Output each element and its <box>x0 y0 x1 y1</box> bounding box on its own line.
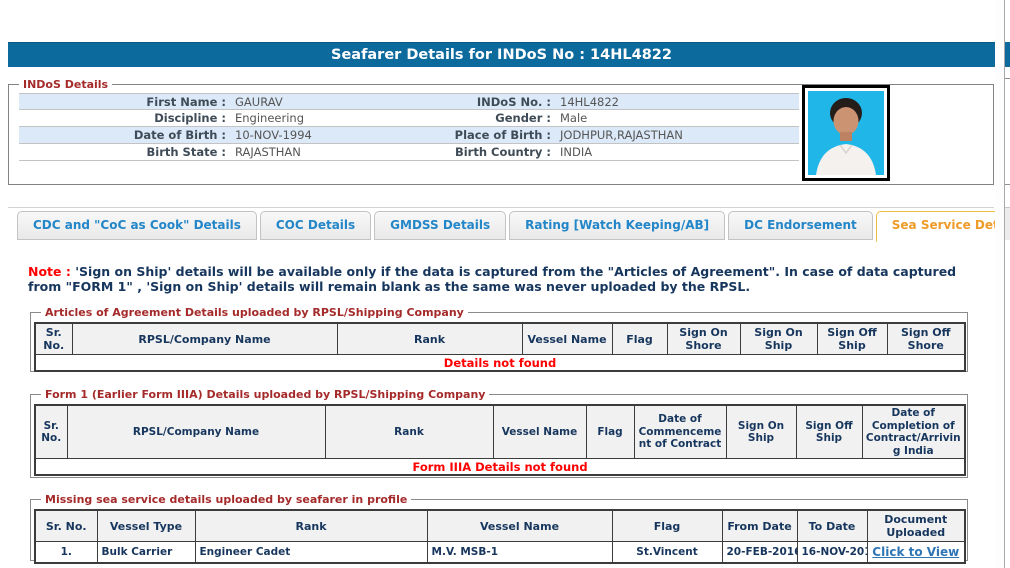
cell-vessel-type: Bulk Carrier <box>97 542 195 563</box>
detail-row: First Name : GAURAV INDoS No. : 14HL4822 <box>19 93 799 110</box>
col-vessel-type: Vessel Type <box>97 510 195 542</box>
header-bar-sliver <box>1005 42 1010 67</box>
indos-detail-rows: First Name : GAURAV INDoS No. : 14HL4822… <box>19 93 799 161</box>
missing-sea-service-table: Sr. No. Vessel Type Rank Vessel Name Fla… <box>34 509 966 564</box>
col-sign-on-ship: Sign On Ship <box>726 405 796 459</box>
col-sr-no: Sr. No. <box>35 405 67 459</box>
note-body: 'Sign on Ship' details will be available… <box>28 264 956 294</box>
note-prefix: Note : <box>28 264 75 279</box>
form1-details-table: Sr. No. RPSL/Company Name Rank Vessel Na… <box>34 404 966 476</box>
col-rpsl-company-name: RPSL/Company Name <box>67 405 325 459</box>
col-sign-on-ship: Sign On Ship <box>740 323 817 355</box>
gender-value: Male <box>556 111 799 125</box>
cell-to-date: 16-NOV-2016 <box>797 542 867 563</box>
table-header-row: Sr. No. RPSL/Company Name Rank Vessel Na… <box>35 405 965 459</box>
date-of-birth-label: Date of Birth : <box>19 128 231 142</box>
birth-state-value: RAJASTHAN <box>231 145 431 159</box>
empty-message: Form IIIA Details not found <box>35 459 965 475</box>
col-sign-off-shore: Sign Off Shore <box>887 323 965 355</box>
tab-gmdss-details[interactable]: GMDSS Details <box>374 211 506 240</box>
col-flag: Flag <box>586 405 634 459</box>
discipline-label: Discipline : <box>19 111 231 125</box>
form1-details-fieldset: Form 1 (Earlier Form IIIA) Details uploa… <box>30 388 968 478</box>
articles-of-agreement-fieldset: Articles of Agreement Details uploaded b… <box>30 306 968 372</box>
table-row: Details not found <box>35 355 965 371</box>
fieldset-border-sliver <box>1005 184 1010 185</box>
sea-service-row: 1. Bulk Carrier Engineer Cadet M.V. MSB-… <box>35 542 965 563</box>
place-of-birth-value: JODHPUR,RAJASTHAN <box>556 128 799 142</box>
detail-row: Birth State : RAJASTHAN Birth Country : … <box>19 144 799 161</box>
birth-country-label: Birth Country : <box>431 145 556 159</box>
col-vessel-name: Vessel Name <box>493 405 586 459</box>
col-sign-off-ship: Sign Off Ship <box>796 405 862 459</box>
col-rank: Rank <box>337 323 522 355</box>
fieldset-border-sliver <box>1005 78 1010 79</box>
articles-of-agreement-legend: Articles of Agreement Details uploaded b… <box>41 306 468 319</box>
col-date-of-commencement: Date of Commencement of Contract <box>634 405 726 459</box>
tabs-divider <box>8 207 994 208</box>
detail-row: Date of Birth : 10-NOV-1994 Place of Bir… <box>19 127 799 144</box>
cell-rank: Engineer Cadet <box>195 542 427 563</box>
col-sign-on-shore: Sign On Shore <box>667 323 740 355</box>
table-header-row: Sr. No. Vessel Type Rank Vessel Name Fla… <box>35 510 965 542</box>
col-sr-no: Sr. No. <box>35 323 72 355</box>
tab-dc-endorsement[interactable]: DC Endorsement <box>728 211 873 240</box>
place-of-birth-label: Place of Birth : <box>431 128 556 142</box>
detail-row: Discipline : Engineering Gender : Male <box>19 110 799 127</box>
page-edge-sliver <box>1005 0 1010 568</box>
first-name-value: GAURAV <box>231 95 431 109</box>
col-rpsl-company-name: RPSL/Company Name <box>72 323 337 355</box>
scrollbar-track[interactable] <box>995 0 1004 568</box>
table-row: Form IIIA Details not found <box>35 459 965 475</box>
cell-sr-no: 1. <box>35 542 97 563</box>
cell-vessel-name: M.V. MSB-1 <box>427 542 612 563</box>
tab-sea-service-details[interactable]: Sea Service Details <box>876 211 1010 242</box>
col-vessel-name: Vessel Name <box>522 323 612 355</box>
seafarer-photo <box>802 85 890 181</box>
birth-state-label: Birth State : <box>19 145 231 159</box>
tab-bar: CDC and "CoC as Cook" Details COC Detail… <box>17 211 1010 242</box>
cell-from-date: 20-FEB-2016 <box>722 542 797 563</box>
gender-label: Gender : <box>431 111 556 125</box>
cell-document-uploaded: Click to View <box>867 542 965 563</box>
col-flag: Flag <box>612 323 667 355</box>
missing-sea-service-fieldset: Missing sea service details uploaded by … <box>30 493 968 561</box>
form1-details-legend: Form 1 (Earlier Form IIIA) Details uploa… <box>41 388 489 401</box>
note-text: Note : 'Sign on Ship' details will be av… <box>28 264 990 294</box>
col-rank: Rank <box>195 510 427 542</box>
col-vessel-name: Vessel Name <box>427 510 612 542</box>
col-document-uploaded: Document Uploaded <box>867 510 965 542</box>
tab-coc-details[interactable]: COC Details <box>260 211 371 240</box>
col-from-date: From Date <box>722 510 797 542</box>
col-sr-no: Sr. No. <box>35 510 97 542</box>
empty-message: Details not found <box>35 355 965 371</box>
seafarer-details-page: Seafarer Details for INDoS No : 14HL4822… <box>0 0 1010 568</box>
col-date-of-completion: Date of Completion of Contract/Arriving … <box>862 405 965 459</box>
tab-rating-watch-keeping-ab[interactable]: Rating [Watch Keeping/AB] <box>509 211 725 240</box>
col-rank: Rank <box>325 405 493 459</box>
col-to-date: To Date <box>797 510 867 542</box>
date-of-birth-value: 10-NOV-1994 <box>231 128 431 142</box>
click-to-view-link[interactable]: Click to View <box>872 545 959 559</box>
discipline-value: Engineering <box>231 111 431 125</box>
col-sign-off-ship: Sign Off Ship <box>817 323 887 355</box>
indos-no-label: INDoS No. : <box>431 95 556 109</box>
table-header-row: Sr. No. RPSL/Company Name Rank Vessel Na… <box>35 323 965 355</box>
page-title: Seafarer Details for INDoS No : 14HL4822 <box>8 42 995 67</box>
tab-cdc-coc-cook-details[interactable]: CDC and "CoC as Cook" Details <box>17 211 257 240</box>
tab-strip-sliver <box>1005 207 1010 240</box>
indos-no-value: 14HL4822 <box>556 95 799 109</box>
indos-details-legend: INDoS Details <box>19 78 112 91</box>
articles-of-agreement-table: Sr. No. RPSL/Company Name Rank Vessel Na… <box>34 322 966 372</box>
first-name-label: First Name : <box>19 95 231 109</box>
seafarer-photo-image <box>808 91 884 175</box>
birth-country-value: INDIA <box>556 145 799 159</box>
col-flag: Flag <box>612 510 722 542</box>
cell-flag: St.Vincent <box>612 542 722 563</box>
missing-sea-service-legend: Missing sea service details uploaded by … <box>41 493 411 506</box>
